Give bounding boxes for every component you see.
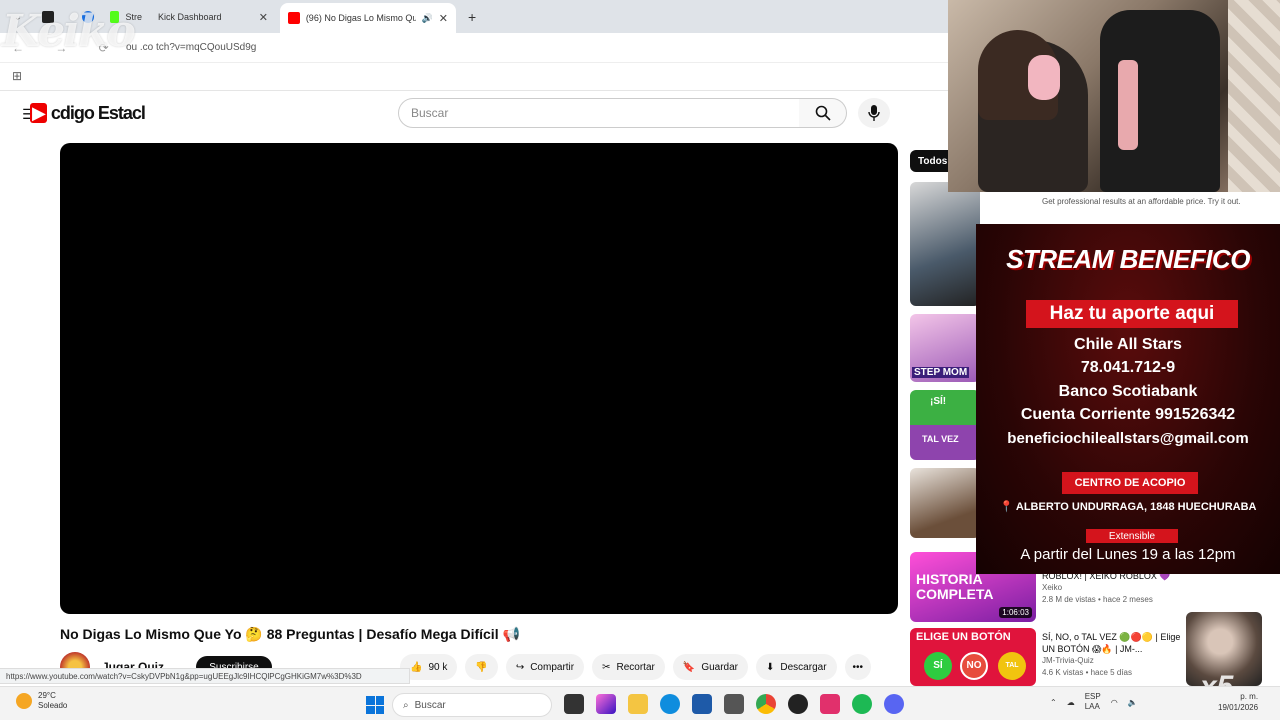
charity-stream-overlay: STREAM BENEFICO Haz tu aporte aqui Chile… [976, 224, 1280, 574]
recommendation-channel: Xeiko [1042, 583, 1063, 592]
copilot-icon[interactable] [596, 694, 616, 714]
thumbnail-label: TAL VEZ [922, 434, 959, 444]
thumbs-down-icon: 👎 [475, 661, 488, 673]
promo-line: 78.041.712-9 [1080, 359, 1176, 376]
temperature: 29°C [38, 691, 56, 700]
thumbnail-4[interactable] [910, 468, 980, 538]
task-view-icon[interactable] [564, 694, 584, 714]
tiktok-icon[interactable] [820, 694, 840, 714]
chrome-icon[interactable] [756, 694, 776, 714]
ad-banner[interactable]: Get professional results at an affordabl… [1036, 192, 1272, 224]
share-icon: ↪ [515, 661, 525, 673]
wifi-icon[interactable]: ◠ [1111, 698, 1118, 707]
promo-center: CENTRO DE ACOPIO [1062, 472, 1198, 494]
language-indicator[interactable]: ESP LAA [1085, 692, 1101, 712]
thumbnail-1[interactable] [910, 182, 980, 306]
close-icon[interactable]: ✕ [259, 11, 268, 24]
share-button[interactable]: ↪ Compartir [505, 654, 585, 680]
promo-cta: Haz tu aporte aqui [1026, 300, 1238, 328]
tab-youtube[interactable]: (96) No Digas Lo Mismo Qu 🔊 ✕ [280, 3, 456, 33]
recommendation-meta: 4.6 K vistas • hace 5 días [1042, 668, 1132, 677]
wall-panel [1228, 0, 1280, 192]
scissors-icon: ✂ [602, 661, 611, 673]
taskbar-search[interactable]: ⌕ Buscar [392, 693, 552, 717]
spotify-icon[interactable] [852, 694, 872, 714]
store-icon[interactable] [692, 694, 712, 714]
recommendation-item[interactable]: ROBLOX! | XEIKO ROBLOX 💜 Xeiko 2.8 M de … [1042, 570, 1171, 606]
voice-search-button[interactable] [858, 98, 890, 128]
thumbnail-label: ¡SÍ! [930, 396, 947, 407]
thumbnail-2[interactable]: STEP MOM [910, 314, 980, 382]
duration-badge: 1:06:03 [999, 607, 1032, 618]
button-label-talvez: TAL VEZ [998, 652, 1026, 680]
download-icon: ⬇ [766, 661, 775, 673]
location-pin-icon: 📍 [999, 501, 1014, 513]
recommendation-title: SÍ, NO, o TAL VEZ 🟢🔴🟡 | Elige UN BOTÓN 😱… [1042, 632, 1181, 654]
promo-line: Banco Scotiabank [1058, 383, 1198, 400]
file-explorer-icon[interactable] [628, 694, 648, 714]
new-tab-button[interactable]: + [460, 5, 484, 29]
video-player[interactable] [60, 143, 898, 614]
webcam-overlay [948, 0, 1280, 192]
youtube-play-icon: ▶ [30, 103, 47, 123]
search-icon [815, 105, 831, 121]
clock[interactable]: p. m. 19/01/2026 [1218, 691, 1258, 713]
thumbnail-label: STEP MOM [912, 367, 970, 378]
search-icon: ⌕ [403, 699, 409, 711]
thumbs-up-icon: 👍 [410, 661, 423, 673]
promo-address: ALBERTO UNDURRAGA, 1848 HUECHURABA [1015, 501, 1257, 513]
windows-taskbar: 29°C Soleado ⌕ Buscar ⌃ ☁ ESP LAA ◠ 🔈 p.… [0, 686, 1280, 720]
clip-button[interactable]: ✂ Recortar [592, 654, 665, 680]
video-title: No Digas Lo Mismo Que Yo 🤔 88 Preguntas … [60, 626, 520, 642]
download-button[interactable]: ⬇ Descargar [756, 654, 837, 680]
promo-line: beneficiochileallstars@gmail.com [1007, 430, 1249, 447]
button-label-si: SÍ [924, 652, 952, 680]
sun-icon [16, 693, 32, 709]
promo-line: Chile All Stars [1074, 336, 1182, 353]
promo-title: STREAM BENEFICO [1006, 244, 1250, 274]
tab-label: (96) No Digas Lo Mismo Qu [305, 13, 416, 23]
youtube-icon [288, 12, 300, 24]
search-input[interactable]: Buscar [398, 98, 800, 128]
promo-extensible: Extensible [1086, 529, 1178, 543]
youtube-logo[interactable]: ▶ cdigo Estacl [30, 103, 146, 124]
promo-date: A partir del Lunes 19 a las 12pm [1020, 546, 1236, 563]
taskbar-apps [564, 694, 904, 714]
recommendation-item[interactable]: SÍ, NO, o TAL VEZ 🟢🔴🟡 | Elige UN BOTÓN 😱… [1042, 631, 1182, 679]
cloud-icon[interactable]: ☁ [1067, 698, 1075, 707]
save-button[interactable]: 🔖 Guardar [672, 654, 748, 680]
discord-icon[interactable] [884, 694, 904, 714]
thumbnail-3[interactable]: ¡SÍ! TAL VEZ [910, 390, 980, 460]
volume-icon[interactable]: 🔈 [1128, 698, 1138, 707]
stream-logo-overlay: Keiko [2, 6, 136, 57]
microphone-icon [868, 105, 880, 121]
weather-widget[interactable]: 29°C Soleado [16, 691, 67, 711]
thumbnail-label: ELIGE UN BOTÓN [916, 631, 1011, 643]
speaker-icon: 🔊 [421, 12, 433, 23]
recommendation-meta: 2.8 M de vistas • hace 2 meses [1042, 595, 1153, 604]
app-icon[interactable] [788, 694, 808, 714]
search-button[interactable] [799, 98, 847, 128]
system-tray: ⌃ ☁ ESP LAA ◠ 🔈 [1050, 692, 1138, 712]
recommendation-channel: JM-Trivia-Quiz [1042, 656, 1094, 665]
more-icon: ••• [852, 661, 864, 673]
windows-start-icon[interactable] [366, 696, 384, 714]
status-bar-url: https://www.youtube.com/watch?v=CskyDVPb… [0, 668, 410, 684]
dislike-button[interactable]: 👎 [465, 654, 498, 680]
thumbnail-6[interactable]: ELIGE UN BOTÓN SÍ NO TAL VEZ [910, 628, 1036, 686]
weather-condition: Soleado [38, 701, 68, 710]
thumbnail-label: HISTORIA COMPLETA [916, 571, 994, 602]
button-label-no: NO [960, 652, 988, 680]
promo-line: Cuenta Corriente 991526342 [1020, 406, 1236, 423]
more-actions-button[interactable]: ••• [844, 654, 872, 680]
video-actions: 👍 90 k 👎 ↪ Compartir ✂ Recortar 🔖 Guardar ⬇ D… [400, 654, 872, 680]
edge-icon[interactable] [660, 694, 680, 714]
bookmark-icon: 🔖 [682, 661, 696, 673]
chevron-up-icon[interactable]: ⌃ [1050, 698, 1057, 707]
obs-icon[interactable] [724, 694, 744, 714]
headphone-icon [1028, 55, 1060, 100]
chair-accent [1118, 60, 1138, 150]
promo-address-row: 📍 ALBERTO UNDURRAGA, 1848 HUECHURABA [976, 500, 1280, 513]
close-icon[interactable]: ✕ [439, 12, 448, 25]
